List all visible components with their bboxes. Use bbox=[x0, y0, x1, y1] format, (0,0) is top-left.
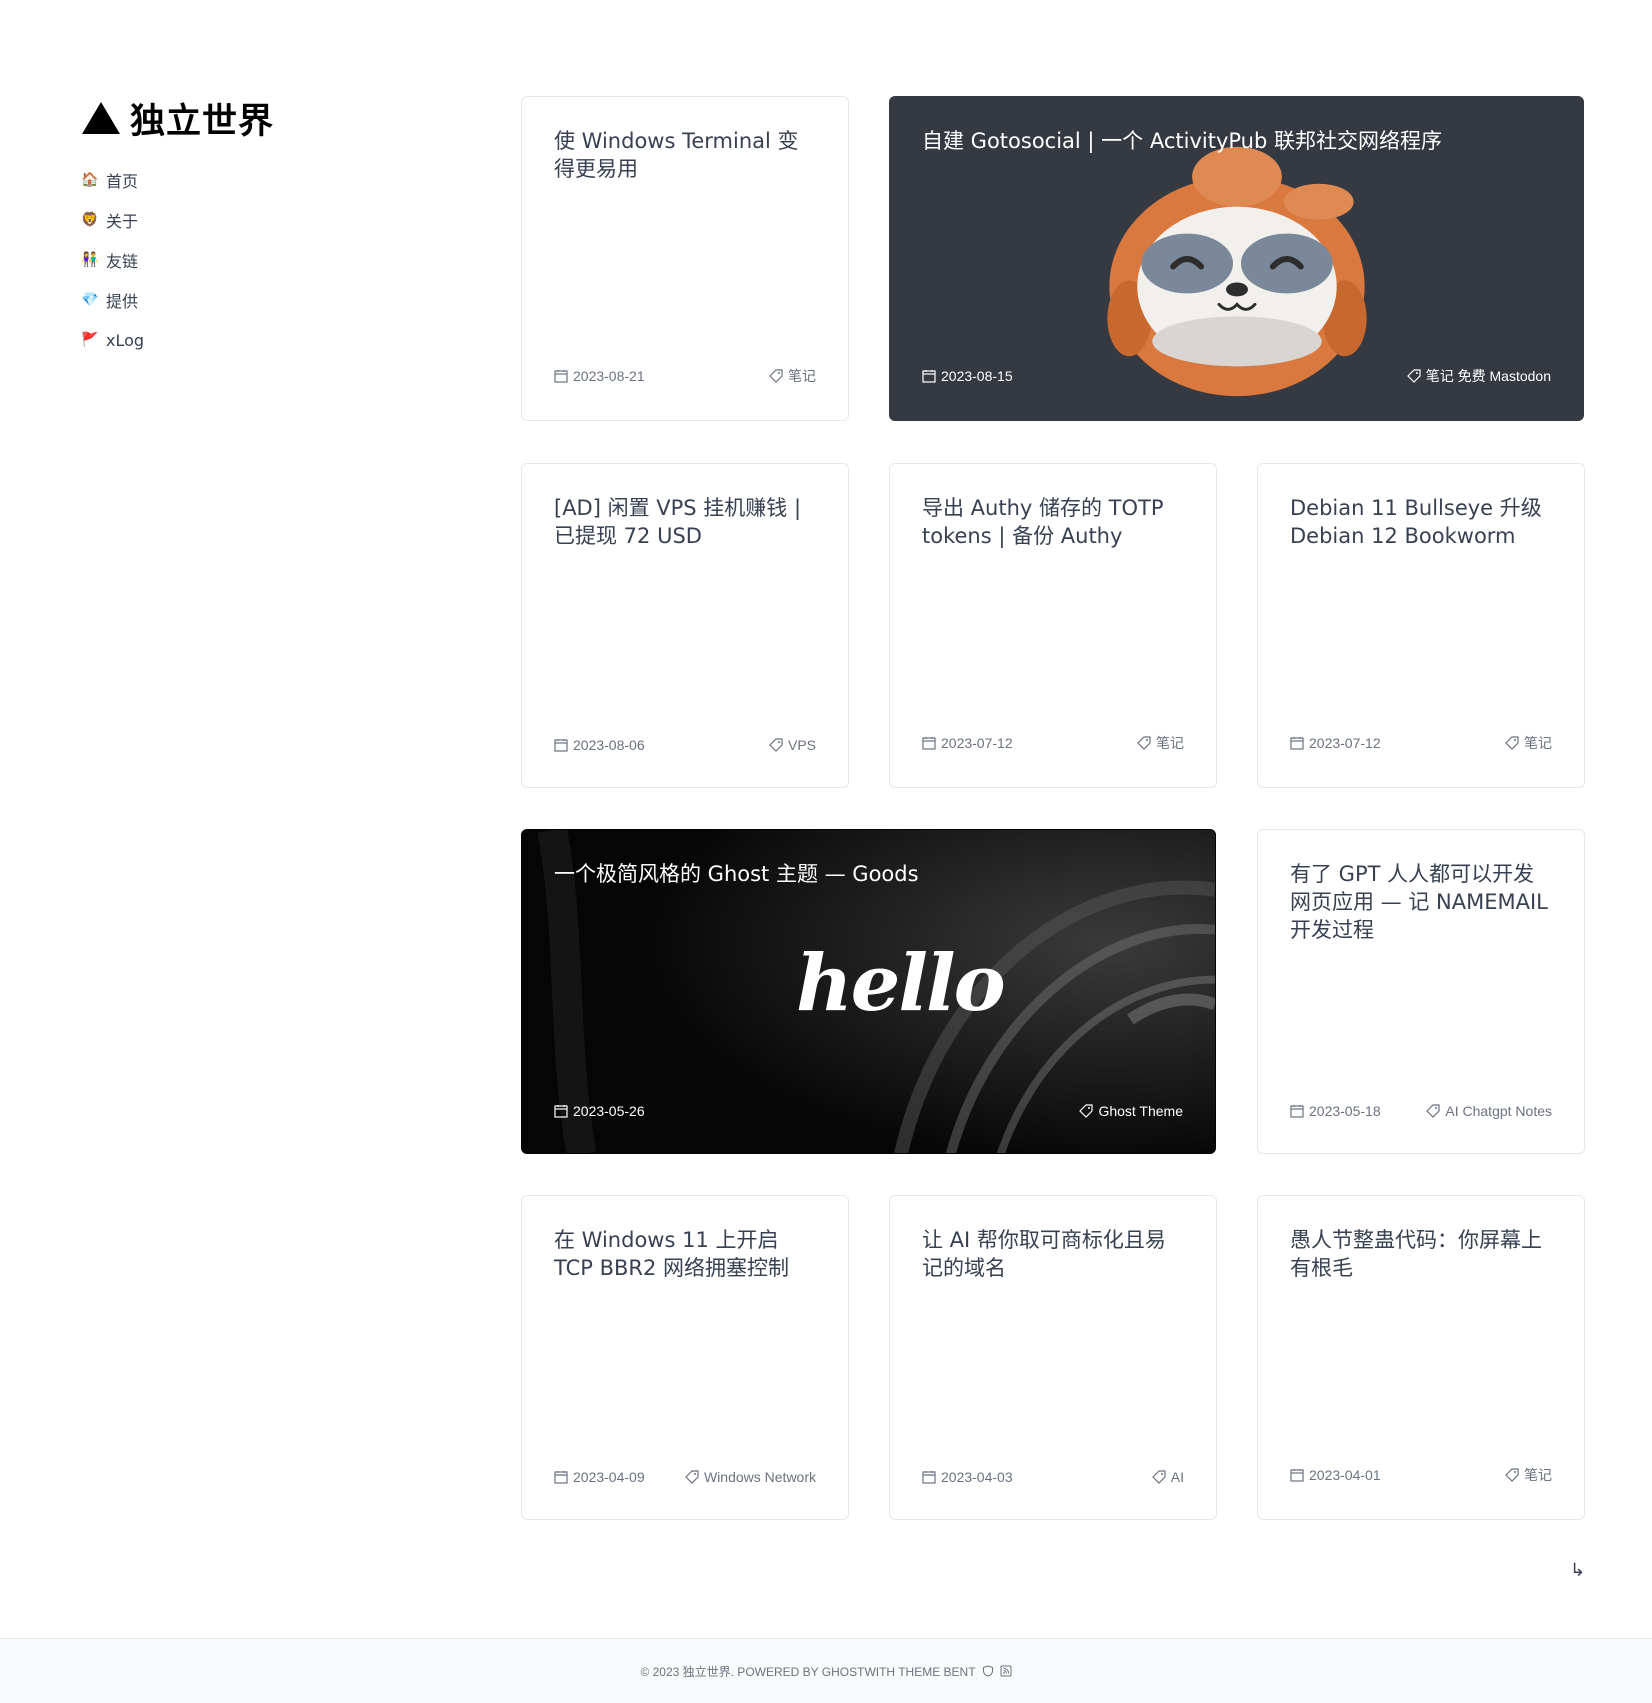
flag-icon: 🚩 bbox=[81, 332, 99, 348]
main-nav: 🏠 首页 🦁 关于 👫 友链 💎 提供 🚩 xLog bbox=[81, 160, 382, 360]
post-card[interactable]: Debian 11 Bullseye 升级 Debian 12 Bookworm… bbox=[1257, 463, 1585, 788]
post-meta: 2023-04-01 笔记 bbox=[1290, 1465, 1552, 1485]
post-title[interactable]: 在 Windows 11 上开启 TCP BBR2 网络拥塞控制 bbox=[554, 1226, 816, 1282]
house-icon: 🏠 bbox=[81, 172, 99, 188]
post-card-featured[interactable]: hello 一个极简风格的 Ghost 主题 — Goods 2023-05-2… bbox=[521, 829, 1216, 1154]
post-title[interactable]: Debian 11 Bullseye 升级 Debian 12 Bookworm bbox=[1290, 494, 1552, 550]
nav-label: 首页 bbox=[106, 172, 139, 191]
people-icon: 👫 bbox=[81, 252, 99, 268]
post-card-featured[interactable]: 自建 Gotosocial | 一个 ActivityPub 联邦社交网络程序 … bbox=[889, 96, 1584, 421]
post-tags[interactable]: VPS bbox=[769, 737, 816, 753]
nav-item-offer[interactable]: 💎 提供 bbox=[81, 280, 382, 320]
post-title[interactable]: [AD] 闲置 VPS 挂机赚钱 | 已提现 72 USD bbox=[554, 494, 816, 550]
post-date: 2023-05-18 bbox=[1290, 1103, 1381, 1119]
calendar-icon bbox=[554, 739, 568, 752]
post-card[interactable]: [AD] 闲置 VPS 挂机赚钱 | 已提现 72 USD 2023-08-06… bbox=[521, 463, 849, 788]
post-card[interactable]: 让 AI 帮你取可商标化且易记的域名 2023-04-03 AI bbox=[889, 1195, 1217, 1520]
post-tags[interactable]: AI bbox=[1151, 1469, 1184, 1485]
site-footer: © 2023 独立世界. POWERED BY GHOSTWITH THEME … bbox=[0, 1638, 1652, 1703]
post-date: 2023-04-01 bbox=[1290, 1467, 1381, 1483]
post-meta: 2023-08-06 VPS bbox=[554, 737, 816, 753]
post-tags[interactable]: Windows Network bbox=[685, 1469, 816, 1485]
post-meta: 2023-04-03 AI bbox=[922, 1469, 1184, 1485]
calendar-icon bbox=[554, 1105, 568, 1118]
nav-item-about[interactable]: 🦁 关于 bbox=[81, 200, 382, 240]
triangle-logo-icon bbox=[82, 102, 120, 134]
post-title[interactable]: 有了 GPT 人人都可以开发网页应用 — 记 NAMEMAIL 开发过程 bbox=[1290, 860, 1552, 944]
post-meta: 2023-08-21 笔记 bbox=[554, 366, 816, 386]
tag-icon bbox=[1137, 736, 1151, 750]
tag-icon bbox=[1505, 1468, 1519, 1482]
post-tags[interactable]: AI Chatgpt Notes bbox=[1426, 1103, 1552, 1119]
post-date: 2023-04-03 bbox=[922, 1469, 1013, 1485]
gem-icon: 💎 bbox=[81, 292, 99, 308]
post-title[interactable]: 愚人节整蛊代码：你屏幕上有根毛 bbox=[1290, 1226, 1552, 1282]
nav-item-home[interactable]: 🏠 首页 bbox=[81, 160, 382, 200]
site-brand[interactable]: 独立世界 bbox=[82, 96, 382, 142]
post-meta: 2023-07-12 笔记 bbox=[922, 733, 1184, 753]
tag-icon bbox=[769, 738, 783, 752]
post-meta: 2023-04-09 Windows Network bbox=[554, 1469, 816, 1485]
post-title[interactable]: 使 Windows Terminal 变得更易用 bbox=[554, 127, 816, 183]
post-card[interactable]: 有了 GPT 人人都可以开发网页应用 — 记 NAMEMAIL 开发过程 202… bbox=[1257, 829, 1585, 1154]
post-title[interactable]: 让 AI 帮你取可商标化且易记的域名 bbox=[922, 1226, 1184, 1282]
post-tags[interactable]: Ghost Theme bbox=[1079, 1103, 1183, 1119]
calendar-icon bbox=[1290, 1105, 1304, 1118]
post-tags[interactable]: 笔记 bbox=[1137, 733, 1184, 753]
calendar-icon bbox=[922, 1471, 936, 1484]
tag-icon bbox=[1426, 1104, 1440, 1118]
calendar-icon bbox=[1290, 737, 1304, 750]
post-date: 2023-07-12 bbox=[922, 735, 1013, 751]
sidebar: 独立世界 🏠 首页 🦁 关于 👫 友链 💎 提供 🚩 xLog bbox=[81, 96, 382, 360]
post-tags[interactable]: 笔记 免费 Mastodon bbox=[1406, 366, 1551, 386]
tag-icon bbox=[1079, 1104, 1094, 1118]
post-meta: 2023-07-12 笔记 bbox=[1290, 733, 1552, 753]
post-date: 2023-08-15 bbox=[922, 368, 1013, 384]
post-date: 2023-08-21 bbox=[554, 368, 645, 384]
calendar-icon bbox=[1290, 1469, 1304, 1482]
site-title: 独立世界 bbox=[130, 101, 275, 142]
tag-icon bbox=[685, 1470, 699, 1484]
post-card[interactable]: 愚人节整蛊代码：你屏幕上有根毛 2023-04-01 笔记 bbox=[1257, 1195, 1585, 1520]
hero-text: hello bbox=[796, 938, 1006, 1029]
tag-icon bbox=[1151, 1470, 1166, 1484]
post-date: 2023-07-12 bbox=[1290, 735, 1381, 751]
post-title[interactable]: 自建 Gotosocial | 一个 ActivityPub 联邦社交网络程序 bbox=[922, 127, 1551, 155]
post-title[interactable]: 一个极简风格的 Ghost 主题 — Goods bbox=[554, 860, 1183, 888]
post-date: 2023-08-06 bbox=[554, 737, 645, 753]
nav-item-xlog[interactable]: 🚩 xLog bbox=[81, 320, 382, 360]
post-card[interactable]: 使 Windows Terminal 变得更易用 2023-08-21 笔记 bbox=[521, 96, 849, 421]
shield-icon[interactable] bbox=[982, 1665, 994, 1677]
tag-icon bbox=[769, 369, 783, 383]
post-tags[interactable]: 笔记 bbox=[1505, 1465, 1552, 1485]
calendar-icon bbox=[922, 370, 936, 383]
post-card[interactable]: 导出 Authy 储存的 TOTP tokens | 备份 Authy 2023… bbox=[889, 463, 1217, 788]
nav-label: 提供 bbox=[106, 292, 139, 311]
calendar-icon bbox=[554, 370, 568, 383]
post-card[interactable]: 在 Windows 11 上开启 TCP BBR2 网络拥塞控制 2023-04… bbox=[521, 1195, 849, 1520]
calendar-icon bbox=[922, 737, 936, 750]
tag-icon bbox=[1505, 736, 1519, 750]
nav-label: 友链 bbox=[106, 252, 139, 271]
post-meta: 2023-08-15 笔记 免费 Mastodon bbox=[922, 366, 1551, 386]
nav-label: xLog bbox=[106, 330, 145, 350]
post-title[interactable]: 导出 Authy 储存的 TOTP tokens | 备份 Authy bbox=[922, 494, 1184, 550]
footer-text: © 2023 独立世界. POWERED BY GHOSTWITH THEME … bbox=[640, 1664, 976, 1679]
calendar-icon bbox=[554, 1471, 568, 1484]
post-tags[interactable]: 笔记 bbox=[769, 366, 816, 386]
post-date: 2023-05-26 bbox=[554, 1103, 645, 1119]
post-meta: 2023-05-26 Ghost Theme bbox=[554, 1103, 1183, 1119]
post-tags[interactable]: 笔记 bbox=[1505, 733, 1552, 753]
face-icon: 🦁 bbox=[81, 212, 99, 228]
nav-item-links[interactable]: 👫 友链 bbox=[81, 240, 382, 280]
nav-label: 关于 bbox=[106, 212, 139, 231]
post-meta: 2023-05-18 AI Chatgpt Notes bbox=[1290, 1103, 1552, 1119]
next-page-icon[interactable]: ↳ bbox=[1570, 1560, 1585, 1581]
post-date: 2023-04-09 bbox=[554, 1469, 645, 1485]
tag-icon bbox=[1406, 369, 1421, 383]
rss-icon[interactable] bbox=[1000, 1665, 1012, 1677]
